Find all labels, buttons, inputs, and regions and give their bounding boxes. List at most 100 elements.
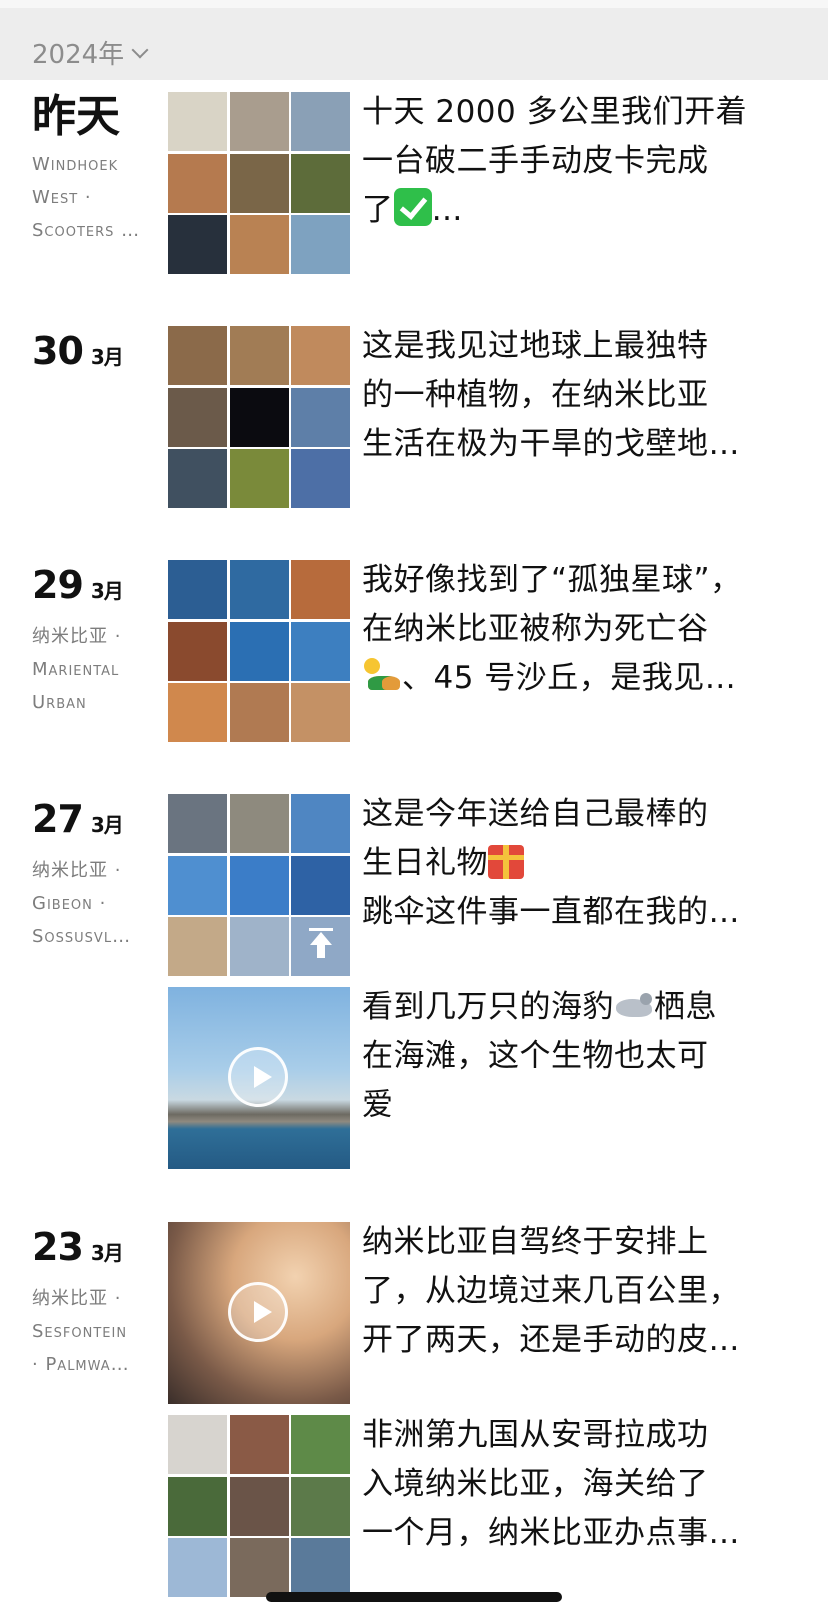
post-text: 我好像找到了“孤独星球”， 在纳米比亚被称为死亡谷 、45 号沙丘，是我见… (362, 556, 772, 703)
location-line: Sesfontein (32, 1321, 128, 1342)
post-text-ellipsis: … (431, 192, 463, 228)
location-line: Gibeon · (32, 893, 107, 914)
photo-thumbnail[interactable] (168, 387, 227, 447)
entry-month: 3月 (90, 345, 124, 369)
entry-day-row: 29 3月 (32, 560, 162, 616)
photo-thumbnail[interactable] (168, 215, 227, 274)
photo-thumbnail[interactable] (291, 215, 350, 274)
photo-thumbnail[interactable] (168, 794, 227, 853)
photo-thumbnail[interactable] (291, 153, 350, 213)
photo-thumbnail[interactable] (291, 449, 350, 508)
entry-day-row: 27 3月 (32, 794, 162, 850)
photo-thumbnail[interactable] (229, 92, 289, 151)
entry-day: 昨天 (32, 91, 120, 142)
photo-thumbnail[interactable] (168, 153, 227, 213)
photo-thumbnail[interactable] (168, 1476, 227, 1536)
entry-date: 23 3月 纳米比亚 · Sesfontein · Palmwa… (32, 1222, 162, 1381)
photo-thumbnail[interactable] (168, 449, 227, 508)
entry-day: 29 (32, 563, 84, 607)
photo-thumbnail[interactable] (229, 855, 289, 915)
home-indicator[interactable] (266, 1592, 562, 1602)
year-label: 2024年 (32, 40, 125, 70)
photo-thumbnail[interactable] (168, 1538, 227, 1597)
post-item[interactable]: 纳米比亚自驾终于安排上 了，从边境过来几百公里， 开了两天，还是手动的皮… (168, 1222, 808, 1404)
photo-thumbnail[interactable] (291, 92, 350, 151)
entry-date: 27 3月 纳米比亚 · Gibeon · Sossusvl… (32, 794, 162, 953)
post-text-line: 在海滩，这个生物也太可 (362, 1038, 709, 1074)
post-text-line: 看到几万只的海豹 栖息 (362, 983, 772, 1032)
post-text-line: 一个月，纳米比亚办点事… (362, 1515, 740, 1551)
post-text-line: 爱 (362, 1087, 394, 1123)
post-text: 看到几万只的海豹 栖息 在海滩，这个生物也太可 爱 (362, 983, 772, 1130)
photo-thumbnail[interactable] (229, 449, 289, 508)
photo-thumbnail[interactable] (291, 683, 350, 742)
video-thumbnail[interactable] (168, 987, 350, 1169)
photo-thumbnail[interactable] (291, 1538, 350, 1597)
photo-grid[interactable] (168, 560, 350, 742)
photo-thumbnail[interactable] (229, 326, 289, 385)
location-line: Urban (32, 692, 87, 713)
entry-day: 30 (32, 329, 84, 373)
play-icon[interactable] (228, 1047, 288, 1107)
photo-thumbnail[interactable] (291, 387, 350, 447)
post-item[interactable]: 这是今年送给自己最棒的 生日礼物 跳伞这件事一直都在我的… (168, 794, 808, 976)
moments-feed[interactable]: 昨天 Windhoek West · Scooters … 十天 2000 多公… (0, 80, 828, 1616)
photo-thumbnail[interactable] (291, 560, 350, 619)
year-selector[interactable]: 2024年 (32, 34, 149, 71)
photo-thumbnail[interactable] (229, 794, 289, 853)
post-item[interactable]: 我好像找到了“孤独星球”， 在纳米比亚被称为死亡谷 、45 号沙丘，是我见… (168, 560, 808, 742)
post-item[interactable]: 看到几万只的海豹 栖息 在海滩，这个生物也太可 爱 (168, 987, 808, 1169)
photo-thumbnail[interactable] (229, 215, 289, 274)
location-line: Sossusvl… (32, 926, 132, 947)
photo-thumbnail[interactable] (291, 621, 350, 681)
photo-thumbnail[interactable] (291, 1476, 350, 1536)
desert-icon (362, 656, 402, 694)
photo-thumbnail[interactable] (291, 794, 350, 853)
post-item[interactable]: 非洲第九国从安哥拉成功 入境纳米比亚，海关给了 一个月，纳米比亚办点事… (168, 1415, 808, 1597)
play-icon[interactable] (228, 1282, 288, 1342)
location-line: · Palmwa… (32, 1354, 130, 1375)
photo-grid[interactable] (168, 92, 350, 274)
post-text-line: 、45 号沙丘，是我见… (362, 654, 772, 703)
photo-thumbnail[interactable] (229, 560, 289, 619)
post-item[interactable]: 十天 2000 多公里我们开着 一台破二手手动皮卡完成 了… (168, 92, 808, 274)
photo-thumbnail[interactable] (291, 855, 350, 915)
photo-thumbnail[interactable] (229, 1538, 289, 1597)
post-text-fragment: 栖息 (654, 989, 717, 1025)
photo-thumbnail[interactable] (229, 153, 289, 213)
photo-thumbnail[interactable] (168, 326, 227, 385)
post-text-line: 了… (362, 186, 772, 235)
photo-thumbnail[interactable] (229, 1476, 289, 1536)
photo-thumbnail[interactable] (168, 917, 227, 976)
video-thumbnail[interactable] (168, 1222, 350, 1404)
photo-thumbnail[interactable] (291, 1415, 350, 1474)
post-text-line: 生日礼物 (362, 839, 772, 888)
post-text: 十天 2000 多公里我们开着 一台破二手手动皮卡完成 了… (362, 88, 772, 235)
photo-thumbnail[interactable] (291, 326, 350, 385)
photo-thumbnail[interactable] (168, 855, 227, 915)
photo-grid[interactable] (168, 326, 350, 508)
photo-thumbnail[interactable] (229, 683, 289, 742)
entry-month: 3月 (90, 1241, 124, 1265)
location-line: 纳米比亚 · (32, 1288, 122, 1309)
post-text-line: 这是今年送给自己最棒的 (362, 796, 709, 832)
photo-thumbnail[interactable] (168, 621, 227, 681)
chevron-down-icon (131, 41, 149, 58)
photo-thumbnail[interactable] (168, 1415, 227, 1474)
photo-thumbnail[interactable] (168, 683, 227, 742)
photo-thumbnail[interactable] (168, 92, 227, 151)
post-text: 非洲第九国从安哥拉成功 入境纳米比亚，海关给了 一个月，纳米比亚办点事… (362, 1411, 772, 1558)
photo-grid[interactable] (168, 1415, 350, 1597)
entry-day-row: 23 3月 (32, 1222, 162, 1278)
post-text-fragment: 生日礼物 (362, 845, 488, 881)
location-line: West · (32, 187, 92, 208)
photo-thumbnail[interactable] (168, 560, 227, 619)
post-text-fragment: 看到几万只的海豹 (362, 989, 614, 1025)
photo-thumbnail[interactable] (229, 1415, 289, 1474)
photo-thumbnail[interactable] (229, 917, 289, 976)
photo-thumbnail[interactable] (229, 621, 289, 681)
entry-day: 23 (32, 1225, 84, 1269)
post-item[interactable]: 这是我见过地球上最独特 的一种植物，在纳米比亚 生活在极为干旱的戈壁地… (168, 326, 808, 508)
top-bar: 2024年 (0, 0, 828, 80)
photo-thumbnail[interactable] (229, 387, 289, 447)
